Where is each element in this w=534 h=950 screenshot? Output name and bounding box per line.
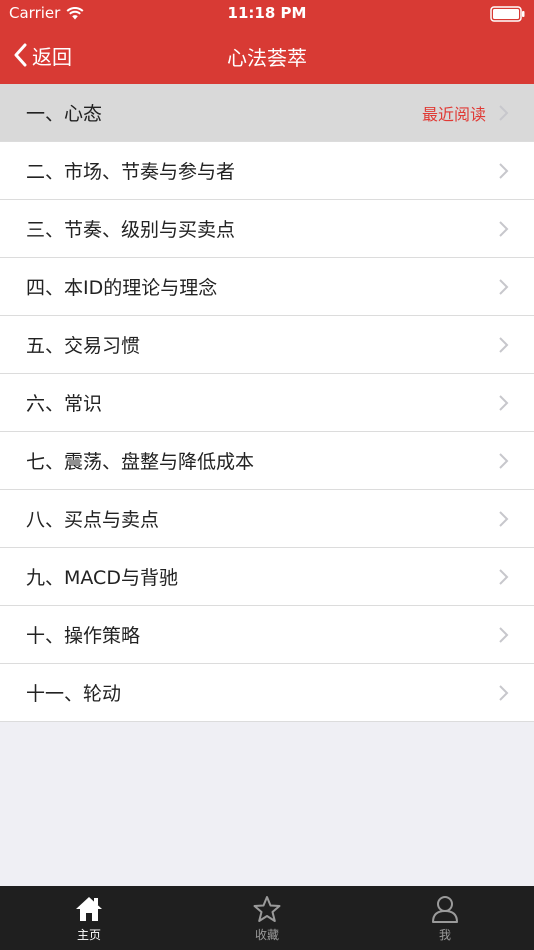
chevron-right-icon — [499, 163, 509, 179]
list-item[interactable]: 三、节奏、级别与买卖点 — [0, 200, 534, 258]
nav-bar: 返回 心法荟萃 — [0, 28, 534, 84]
tab-me[interactable]: 我 — [356, 886, 534, 950]
status-bar: Carrier 11:18 PM — [0, 0, 534, 28]
chapter-label: 一、心态 — [26, 103, 103, 125]
chevron-right-icon — [499, 279, 509, 295]
chapter-label: 六、常识 — [26, 393, 103, 415]
chapter-list: 一、心态 最近阅读 二、市场、节奏与参与者 三、节奏、级别与买卖点 四、本ID的… — [0, 84, 534, 722]
chapter-label: 二、市场、节奏与参与者 — [26, 161, 236, 183]
tab-label: 主页 — [76, 928, 101, 942]
chevron-right-icon — [499, 511, 509, 527]
status-time: 11:18 PM — [227, 4, 307, 22]
chapter-label: 八、买点与卖点 — [26, 509, 160, 531]
list-item[interactable]: 九、MACD与背驰 — [0, 548, 534, 606]
tab-label: 收藏 — [254, 928, 279, 942]
list-item[interactable]: 一、心态 最近阅读 — [0, 84, 534, 142]
chevron-right-icon — [499, 105, 509, 121]
chapter-label: 十、操作策略 — [26, 625, 141, 647]
star-icon — [253, 896, 281, 922]
chevron-right-icon — [499, 627, 509, 643]
chapter-label: 十一、轮动 — [26, 683, 122, 705]
chapter-label: 四、本ID的理论与理念 — [26, 277, 218, 299]
list-item[interactable]: 四、本ID的理论与理念 — [0, 258, 534, 316]
chevron-right-icon — [499, 221, 509, 237]
person-icon — [432, 896, 458, 923]
recent-read-badge: 最近阅读 — [421, 104, 486, 124]
list-item[interactable]: 八、买点与卖点 — [0, 490, 534, 548]
list-item[interactable]: 二、市场、节奏与参与者 — [0, 142, 534, 200]
chevron-right-icon — [499, 395, 509, 411]
chevron-right-icon — [499, 569, 509, 585]
page-title: 心法荟萃 — [227, 46, 307, 70]
home-icon — [76, 897, 102, 921]
tab-bar: 主页 收藏 我 — [0, 886, 534, 950]
tab-home[interactable]: 主页 — [0, 886, 178, 950]
list-item[interactable]: 五、交易习惯 — [0, 316, 534, 374]
list-item[interactable]: 七、震荡、盘整与降低成本 — [0, 432, 534, 490]
tab-favorites[interactable]: 收藏 — [178, 886, 356, 950]
chapter-label: 七、震荡、盘整与降低成本 — [26, 451, 255, 473]
chapter-label: 九、MACD与背驰 — [26, 567, 178, 589]
chapter-label: 三、节奏、级别与买卖点 — [26, 219, 236, 241]
list-item[interactable]: 六、常识 — [0, 374, 534, 432]
header: Carrier 11:18 PM 返回 心法荟萃 — [0, 0, 534, 84]
list-item[interactable]: 十、操作策略 — [0, 606, 534, 664]
chapter-label: 五、交易习惯 — [26, 335, 141, 357]
chevron-right-icon — [499, 685, 509, 701]
chevron-right-icon — [499, 337, 509, 353]
chevron-right-icon — [499, 453, 509, 469]
battery-icon — [490, 6, 525, 22]
tab-label: 我 — [438, 928, 451, 942]
list-item[interactable]: 十一、轮动 — [0, 664, 534, 722]
